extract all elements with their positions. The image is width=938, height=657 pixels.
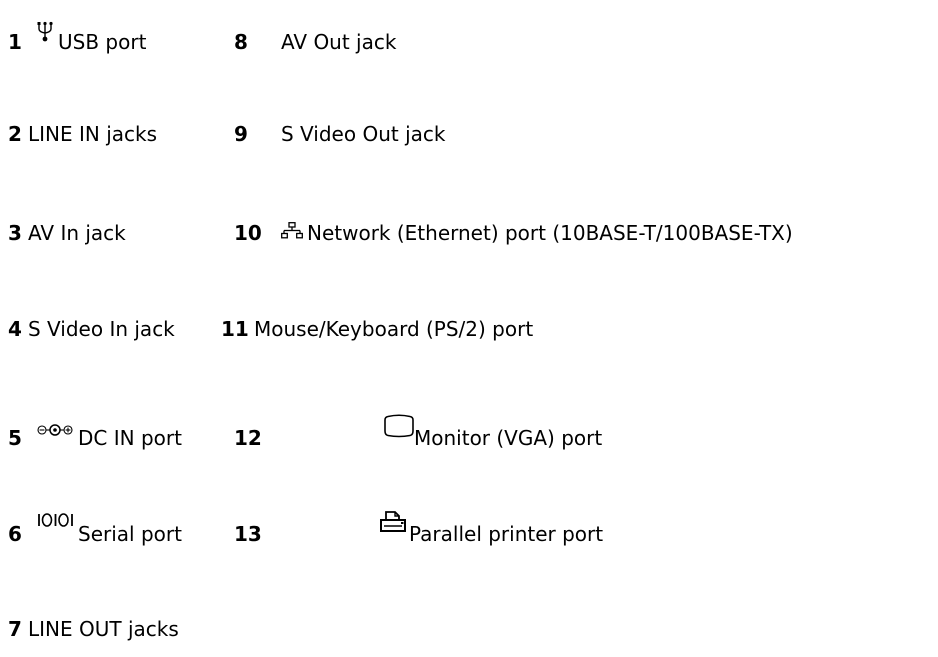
port-label: Network (Ethernet) port (10BASE-T/100BAS…: [307, 221, 793, 245]
port-label: Monitor (VGA) port: [414, 426, 603, 450]
port-label: AV In jack: [28, 221, 126, 245]
dc-in-icon: [36, 423, 78, 453]
item-number: 8: [234, 30, 248, 54]
item-number: 13: [234, 522, 262, 546]
serial-port-item: Serial port: [36, 513, 182, 549]
port-row: 6 Serial port 13 Parallel printer port: [0, 511, 938, 549]
port-label: S Video Out jack: [281, 122, 446, 146]
network-port-item: Network (Ethernet) port (10BASE-T/100BAS…: [281, 218, 793, 248]
port-label: LINE IN jacks: [28, 122, 158, 146]
item-number: 9: [234, 122, 248, 146]
item-number: 5: [8, 426, 22, 450]
item-number: 12: [234, 426, 262, 450]
serial-port-icon: [36, 513, 78, 549]
port-row: 7 LINE OUT jacks: [0, 614, 938, 644]
item-number: 3: [8, 221, 22, 245]
port-label: S Video In jack: [28, 317, 175, 341]
port-row: 4 S Video In jack 11 Mouse/Keyboard (PS/…: [0, 314, 938, 344]
printer-icon: [379, 511, 409, 549]
network-icon: [281, 218, 307, 248]
item-number: 1: [8, 30, 22, 54]
monitor-port-item: Monitor (VGA) port: [384, 414, 603, 453]
port-label: Serial port: [78, 522, 182, 546]
monitor-icon: [384, 414, 414, 453]
dc-in-port-item: DC IN port: [36, 423, 182, 453]
port-label: Mouse/Keyboard (PS/2) port: [254, 317, 534, 341]
port-row: 2 LINE IN jacks 9 S Video Out jack: [0, 119, 938, 149]
item-number: 2: [8, 122, 22, 146]
port-row: 3 AV In jack 10 Network (Ethernet) port …: [0, 218, 938, 248]
item-number: 6: [8, 522, 22, 546]
usb-port-item: USB port: [36, 21, 147, 57]
port-row: 5 DC IN port 12 Monitor (VGA) port: [0, 414, 938, 453]
port-label: Parallel printer port: [409, 522, 604, 546]
port-label: AV Out jack: [281, 30, 397, 54]
port-label: DC IN port: [78, 426, 182, 450]
item-number: 4: [8, 317, 22, 341]
port-row: 1 USB port 8 AV Out jack: [0, 21, 938, 57]
port-label: LINE OUT jacks: [28, 617, 179, 641]
item-number: 11: [221, 317, 249, 341]
printer-port-item: Parallel printer port: [379, 511, 604, 549]
port-label: USB port: [58, 30, 147, 54]
item-number: 7: [8, 617, 22, 641]
usb-icon: [36, 21, 58, 57]
item-number: 10: [234, 221, 262, 245]
